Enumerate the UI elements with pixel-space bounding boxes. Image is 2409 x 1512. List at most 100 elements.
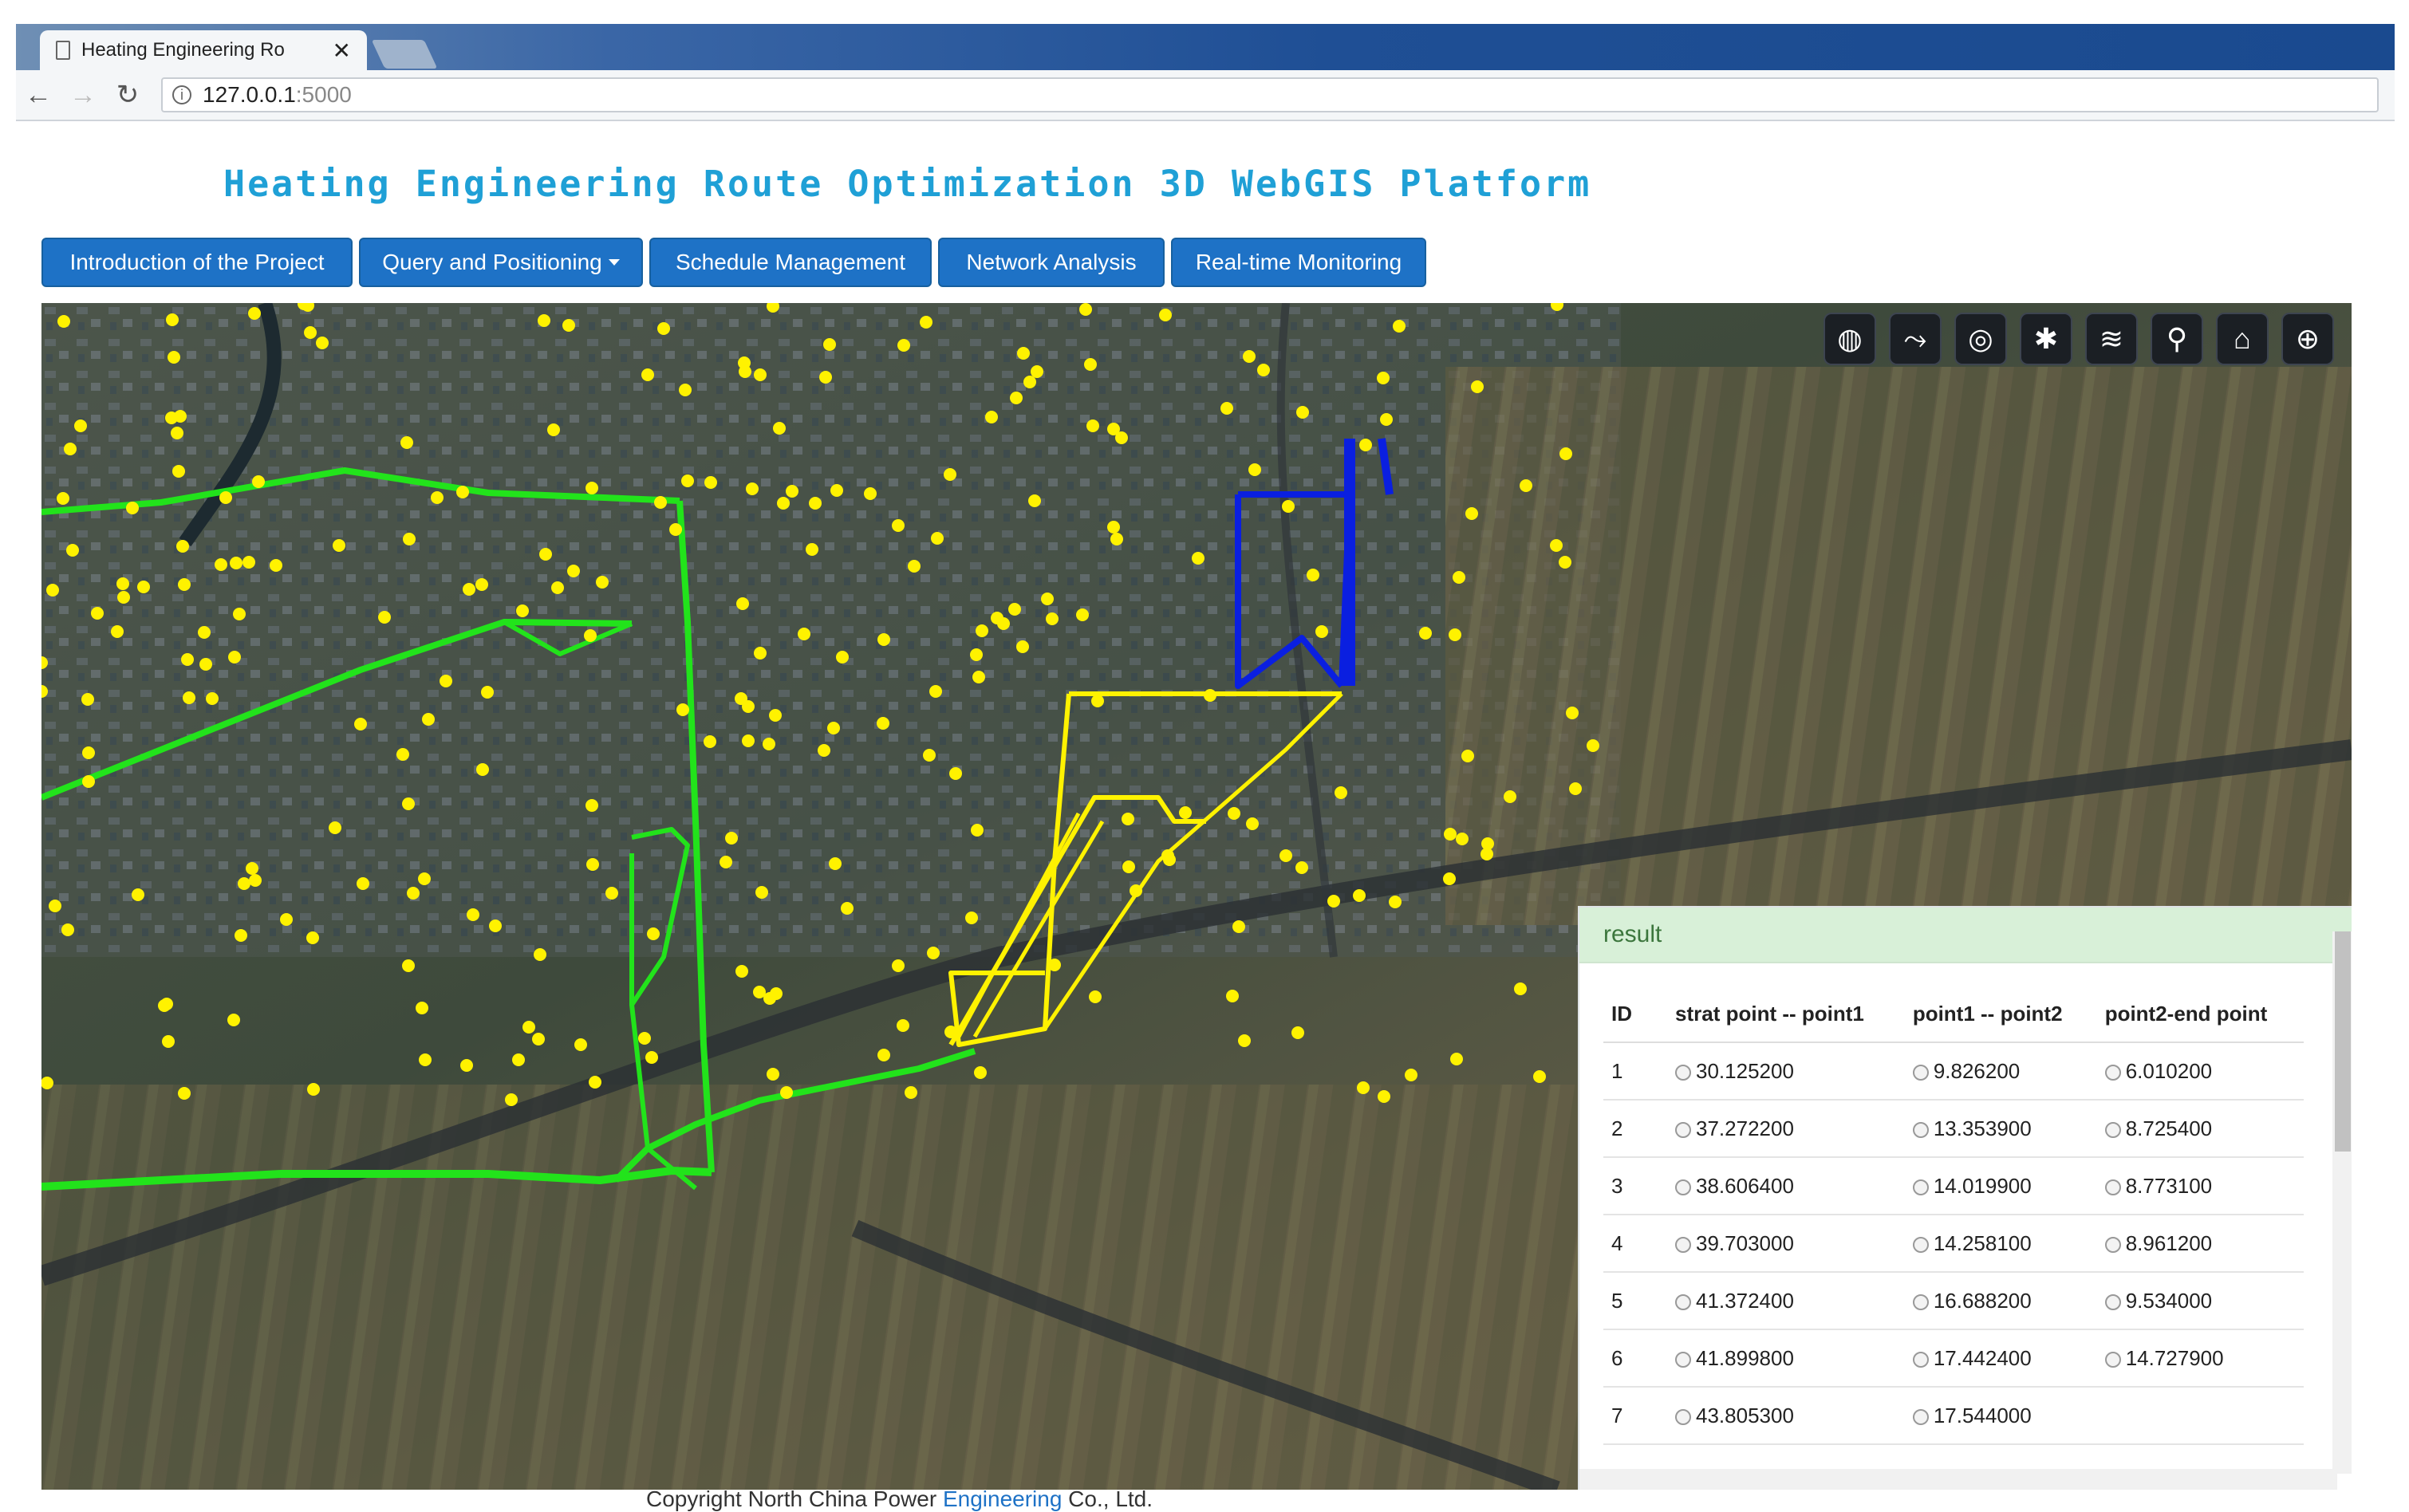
- network-node[interactable]: [562, 319, 575, 332]
- network-node[interactable]: [798, 628, 810, 640]
- network-node[interactable]: [1559, 556, 1571, 569]
- network-node[interactable]: [1031, 365, 1043, 378]
- network-node[interactable]: [57, 492, 69, 505]
- network-node[interactable]: [1220, 402, 1233, 415]
- network-node[interactable]: [551, 581, 564, 594]
- network-node[interactable]: [1248, 463, 1261, 476]
- network-node[interactable]: [1444, 828, 1457, 841]
- network-node[interactable]: [1357, 1081, 1370, 1094]
- network-node[interactable]: [357, 877, 369, 890]
- heat-icon[interactable]: ◎: [1954, 313, 2007, 365]
- network-node[interactable]: [246, 862, 258, 875]
- radio-button[interactable]: [1675, 1293, 1691, 1310]
- network-node[interactable]: [168, 351, 180, 364]
- info-icon[interactable]: i: [172, 85, 191, 104]
- new-tab-button[interactable]: [371, 40, 438, 69]
- network-node[interactable]: [965, 912, 978, 924]
- network-node[interactable]: [681, 474, 694, 487]
- network-node[interactable]: [767, 1068, 779, 1081]
- network-node[interactable]: [586, 858, 599, 871]
- network-node[interactable]: [755, 886, 768, 899]
- network-node[interactable]: [589, 1076, 601, 1089]
- network-node[interactable]: [1228, 807, 1240, 820]
- network-node[interactable]: [929, 685, 942, 698]
- network-node[interactable]: [1443, 872, 1456, 885]
- network-node[interactable]: [463, 583, 475, 596]
- network-node[interactable]: [512, 1053, 525, 1066]
- network-node[interactable]: [280, 913, 293, 926]
- network-node[interactable]: [584, 629, 597, 642]
- network-node[interactable]: [720, 856, 732, 868]
- network-node[interactable]: [897, 1019, 909, 1032]
- network-node[interactable]: [725, 832, 738, 845]
- network-node[interactable]: [1520, 479, 1532, 492]
- map-view[interactable]: ◍ ⤳ ◎ ✱ ≋ ⚲ ⌂ ⊕ result ID strat point --…: [41, 303, 2352, 1490]
- network-node[interactable]: [396, 748, 409, 761]
- network-node[interactable]: [1076, 608, 1089, 621]
- radio-button[interactable]: [1675, 1064, 1691, 1081]
- network-node[interactable]: [1243, 350, 1256, 363]
- network-node[interactable]: [585, 482, 598, 494]
- radio-button[interactable]: [2104, 1121, 2121, 1138]
- network-node[interactable]: [1380, 413, 1393, 426]
- network-node[interactable]: [864, 487, 877, 500]
- network-node[interactable]: [1393, 320, 1406, 333]
- network-node[interactable]: [329, 821, 341, 834]
- network-node[interactable]: [905, 1086, 917, 1099]
- network-node[interactable]: [1282, 500, 1295, 513]
- network-node[interactable]: [176, 540, 189, 553]
- scrollbar-thumb[interactable]: [2335, 931, 2351, 1152]
- network-node[interactable]: [165, 411, 178, 424]
- network-node[interactable]: [1405, 1069, 1417, 1081]
- network-node[interactable]: [1480, 848, 1493, 860]
- network-node[interactable]: [704, 735, 716, 748]
- network-node[interactable]: [516, 604, 529, 617]
- network-node[interactable]: [1257, 364, 1270, 376]
- network-node[interactable]: [645, 1051, 658, 1064]
- network-node[interactable]: [742, 734, 755, 747]
- network-node[interactable]: [770, 987, 783, 1000]
- network-node[interactable]: [1279, 849, 1292, 862]
- network-node[interactable]: [908, 560, 921, 573]
- network-node[interactable]: [1359, 439, 1372, 451]
- network-node[interactable]: [74, 419, 87, 432]
- network-node[interactable]: [972, 671, 985, 683]
- network-node[interactable]: [227, 1014, 240, 1026]
- network-node[interactable]: [1130, 884, 1142, 897]
- network-node[interactable]: [1204, 689, 1216, 702]
- network-node[interactable]: [976, 624, 988, 637]
- network-node[interactable]: [61, 923, 74, 936]
- footer-link[interactable]: Engineering: [943, 1486, 1062, 1511]
- network-node[interactable]: [215, 558, 227, 571]
- network-node[interactable]: [669, 523, 682, 536]
- network-node[interactable]: [333, 539, 345, 552]
- network-node[interactable]: [238, 877, 250, 890]
- radio-button[interactable]: [1912, 1293, 1929, 1310]
- network-node[interactable]: [1533, 1070, 1546, 1083]
- network-node[interactable]: [1450, 1053, 1463, 1065]
- network-node[interactable]: [827, 722, 840, 734]
- network-node[interactable]: [534, 948, 546, 961]
- globe-icon[interactable]: ◍: [1824, 313, 1876, 365]
- network-node[interactable]: [198, 626, 211, 639]
- network-node[interactable]: [440, 675, 452, 687]
- network-node[interactable]: [206, 692, 219, 705]
- world-icon[interactable]: ⊕: [2281, 313, 2334, 365]
- network-node[interactable]: [422, 713, 435, 726]
- network-node[interactable]: [1161, 849, 1174, 862]
- network-node[interactable]: [818, 744, 830, 757]
- network-node[interactable]: [1115, 431, 1128, 444]
- network-node[interactable]: [1504, 790, 1516, 803]
- network-node[interactable]: [476, 763, 489, 776]
- network-node[interactable]: [985, 411, 998, 423]
- network-node[interactable]: [1041, 593, 1054, 605]
- network-node[interactable]: [974, 1066, 987, 1079]
- network-node[interactable]: [1471, 380, 1484, 393]
- close-tab-icon[interactable]: ✕: [333, 37, 351, 64]
- network-node[interactable]: [57, 315, 70, 328]
- menu-realtime-monitoring-button[interactable]: Real-time Monitoring: [1171, 238, 1426, 287]
- vertical-scrollbar[interactable]: [2332, 931, 2352, 1474]
- network-node[interactable]: [679, 384, 692, 396]
- network-node[interactable]: [166, 313, 179, 326]
- network-node[interactable]: [1226, 990, 1239, 1002]
